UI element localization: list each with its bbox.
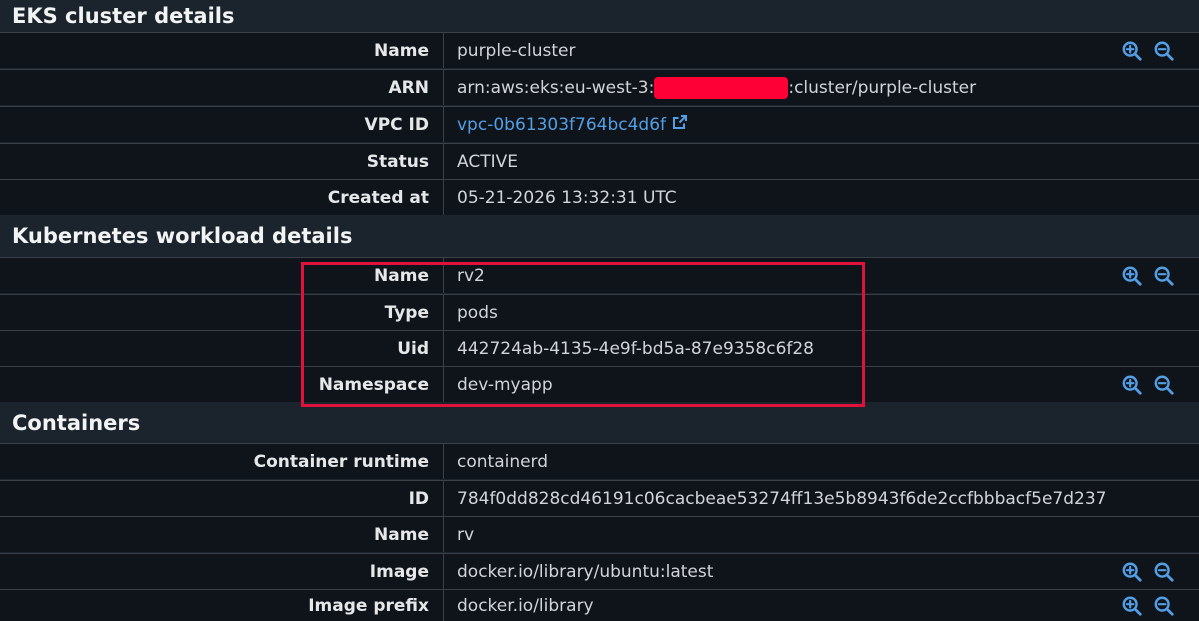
containers-section-title: Containers (0, 407, 1199, 439)
eks-vpc-row: VPC ID vpc-0b61303f764bc4d6f (0, 106, 1199, 142)
column-divider (443, 590, 444, 621)
eks-section-title: EKS cluster details (0, 0, 1199, 32)
arn-suffix: :cluster/purple-cluster (788, 77, 977, 98)
column-divider (443, 517, 444, 552)
container-runtime-label: Container runtime (253, 451, 429, 472)
eks-name-value: purple-cluster (457, 40, 576, 61)
zoom-in-icon[interactable] (1121, 33, 1143, 68)
zoom-in-icon[interactable] (1121, 258, 1143, 293)
column-divider (443, 107, 444, 142)
container-name-value: rv (457, 524, 475, 545)
eks-created-label: Created at (327, 187, 429, 208)
eks-created-row: Created at 05-21-2026 13:32:31 UTC (0, 179, 1199, 215)
eks-arn-row: ARN arn:aws:eks:eu-west-3: :cluster/purpl… (0, 69, 1199, 105)
eks-status-label: Status (366, 151, 429, 172)
k8s-uid-row: Uid 442724ab-4135-4e9f-bd5a-87e9358c6f28 (0, 330, 1199, 366)
k8s-name-row: Name rv2 (0, 257, 1199, 293)
container-image-prefix-label: Image prefix (308, 595, 429, 616)
zoom-in-icon[interactable] (1121, 590, 1143, 621)
container-name-label: Name (374, 524, 429, 545)
eks-vpc-value: vpc-0b61303f764bc4d6f (457, 107, 688, 142)
column-divider (443, 33, 444, 68)
column-divider (443, 481, 444, 516)
k8s-namespace-value: dev-myapp (457, 374, 553, 395)
eks-created-value: 05-21-2026 13:32:31 UTC (457, 187, 677, 208)
k8s-section-title: Kubernetes workload details (0, 220, 1199, 252)
k8s-type-value: pods (457, 302, 498, 323)
k8s-uid-value: 442724ab-4135-4e9f-bd5a-87e9358c6f28 (457, 338, 814, 359)
column-divider (443, 70, 444, 105)
eks-arn-label: ARN (388, 77, 429, 98)
arn-prefix: arn:aws:eks:eu-west-3: (457, 77, 655, 98)
container-image-value: docker.io/library/ubuntu:latest (457, 561, 714, 582)
vpc-id-link[interactable]: vpc-0b61303f764bc4d6f (457, 115, 666, 135)
external-link-icon[interactable] (672, 114, 688, 135)
container-name-row: Name rv (0, 516, 1199, 552)
container-id-row: ID 784f0dd828cd46191c06cacbeae53274ff13e… (0, 480, 1199, 516)
container-image-row: Image docker.io/library/ubuntu:latest (0, 553, 1199, 589)
column-divider (443, 554, 444, 589)
k8s-uid-label: Uid (397, 338, 429, 359)
column-divider (443, 367, 444, 402)
column-divider (443, 258, 444, 293)
eks-status-row: Status ACTIVE (0, 143, 1199, 179)
container-runtime-row: Container runtime containerd (0, 443, 1199, 479)
k8s-type-label: Type (384, 302, 429, 323)
zoom-out-icon[interactable] (1153, 554, 1175, 589)
zoom-in-icon[interactable] (1121, 367, 1143, 402)
container-image-prefix-value: docker.io/library (457, 595, 594, 616)
zoom-out-icon[interactable] (1153, 367, 1175, 402)
column-divider (443, 444, 444, 479)
zoom-in-icon[interactable] (1121, 554, 1143, 589)
eks-status-value: ACTIVE (457, 151, 518, 172)
eks-name-row: Name purple-cluster (0, 32, 1199, 68)
k8s-namespace-row: Namespace dev-myapp (0, 366, 1199, 402)
column-divider (443, 144, 444, 179)
k8s-name-label: Name (374, 265, 429, 286)
container-runtime-value: containerd (457, 451, 549, 472)
container-image-label: Image (369, 561, 429, 582)
eks-vpc-label: VPC ID (364, 114, 429, 135)
k8s-type-row: Type pods (0, 294, 1199, 330)
container-id-value: 784f0dd828cd46191c06cacbeae53274ff13e5b8… (457, 488, 1107, 509)
column-divider (443, 295, 444, 330)
k8s-name-value: rv2 (457, 265, 485, 286)
zoom-out-icon[interactable] (1153, 590, 1175, 621)
container-image-prefix-row: Image prefix docker.io/library (0, 589, 1199, 621)
zoom-out-icon[interactable] (1153, 33, 1175, 68)
eks-name-label: Name (374, 40, 429, 61)
eks-arn-value: arn:aws:eks:eu-west-3: :cluster/purple-cl… (457, 70, 976, 105)
redacted-account-id (654, 76, 789, 99)
column-divider (443, 331, 444, 366)
k8s-namespace-label: Namespace (318, 374, 429, 395)
column-divider (443, 180, 444, 215)
container-id-label: ID (408, 488, 429, 509)
zoom-out-icon[interactable] (1153, 258, 1175, 293)
